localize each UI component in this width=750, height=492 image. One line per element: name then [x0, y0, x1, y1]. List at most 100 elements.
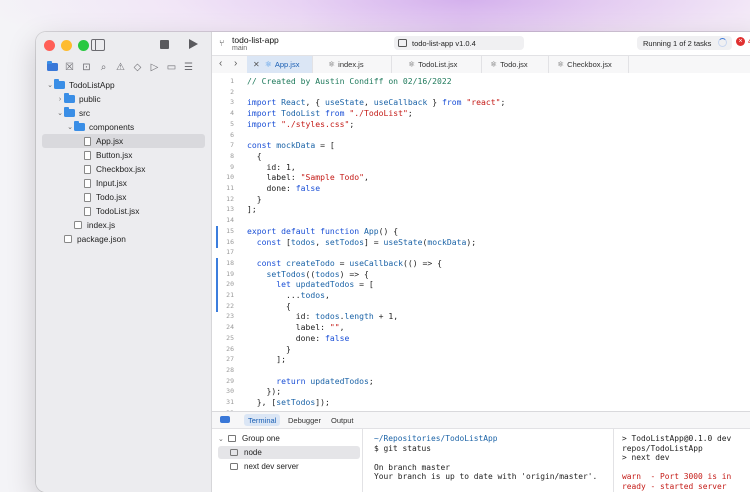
code-text: ...todos,	[247, 290, 330, 300]
terminal-icon	[220, 416, 230, 423]
line-number: 14	[226, 216, 234, 225]
chevron-down-icon: ⌄	[218, 435, 224, 443]
warning-icon[interactable]: ⚠	[112, 60, 129, 74]
process-item[interactable]: next dev server	[218, 460, 360, 473]
tab-index-js[interactable]: ⚛ index.js	[322, 56, 392, 73]
tree-item-label: TodoList.jsx	[96, 206, 140, 216]
scheme-selector[interactable]: todo-list-app v1.0.4	[394, 36, 524, 50]
tree-item[interactable]: Input.jsx	[42, 176, 205, 190]
tab-label: TodoList.jsx	[418, 60, 458, 69]
code-line: 27 ];	[212, 354, 750, 365]
stop-icon[interactable]	[160, 40, 169, 49]
tab-todo-jsx[interactable]: ⚛ Todo.jsx	[484, 56, 549, 73]
tree-item[interactable]: App.jsx	[42, 134, 205, 148]
breakpoint-icon[interactable]: ▭	[163, 60, 180, 74]
code-text: });	[247, 386, 282, 397]
process-item[interactable]: node	[218, 446, 360, 459]
tab-terminal[interactable]: Terminal	[244, 414, 281, 426]
debug-icon[interactable]: ▷	[146, 60, 163, 74]
file-tree: ⌄ TodoListApp › public ⌄ src ⌄ components App.js…	[36, 78, 211, 246]
tests-icon[interactable]: ◇	[129, 60, 146, 74]
x-square-icon[interactable]: ☒	[61, 60, 78, 74]
change-marker	[216, 225, 218, 237]
main-area: ⑂ todo-list-app main todo-list-app v1.0.…	[212, 32, 750, 492]
tab-checkbox-jsx[interactable]: ⚛ Checkbox.jsx	[551, 56, 629, 73]
code-line: 21 ...todos,	[212, 290, 750, 301]
source-control-icon[interactable]: ⊡	[78, 60, 95, 74]
tree-item-label: index.js	[87, 220, 116, 230]
branch-name[interactable]: main	[232, 45, 247, 52]
terminal-line: ~/Repositories/TodoListApp	[374, 434, 498, 443]
status-label: Running 1 of 2 tasks	[643, 38, 712, 48]
code-line: 25 done: false	[212, 333, 750, 344]
line-number: 10	[226, 173, 234, 182]
line-number: 2	[230, 87, 234, 96]
line-number: 28	[226, 365, 234, 374]
sidebar-toggle-icon[interactable]	[91, 39, 105, 51]
tab-app-jsx[interactable]: ✕ ⚛ App.jsx	[247, 56, 313, 73]
chevron-down-icon[interactable]: ⌄	[46, 81, 54, 89]
tree-item[interactable]: Button.jsx	[42, 148, 205, 162]
search-icon[interactable]: ⌕	[95, 60, 112, 74]
tree-item[interactable]: ⌄ components	[42, 120, 205, 134]
code-line: 20 let updatedTodos = [	[212, 279, 750, 290]
process-label: next dev server	[244, 462, 299, 471]
tab-todolist-jsx[interactable]: ⚛ TodoList.jsx	[402, 56, 482, 73]
tree-item[interactable]: index.js	[42, 218, 205, 232]
report-icon[interactable]: ☰	[180, 60, 197, 74]
code-text: return updatedTodos;	[276, 375, 374, 386]
navigator-tabs: ☒ ⊡ ⌕ ⚠ ◇ ▷ ▭ ☰	[36, 58, 211, 76]
terminal-output-2[interactable]: > TodoListApp@0.1.0 dev repos/TodoListApp…	[613, 428, 750, 492]
tab-output[interactable]: Output	[327, 414, 358, 426]
zoom-window-button[interactable]	[78, 40, 89, 51]
code-line: 12 }	[212, 194, 750, 205]
code-line: 11 done: false	[212, 183, 750, 194]
back-arrow-icon[interactable]: ‹	[219, 58, 222, 69]
tab-debugger[interactable]: Debugger	[284, 414, 325, 426]
process-list: ⌄ Group one node next dev server	[212, 428, 363, 492]
chevron-right-icon[interactable]: ›	[56, 96, 64, 103]
close-tab-icon[interactable]: ✕	[253, 60, 260, 69]
code-text: label: "",	[247, 322, 345, 333]
forward-arrow-icon[interactable]: ›	[234, 58, 237, 69]
tree-item[interactable]: Todo.jsx	[42, 190, 205, 204]
code-text: }	[247, 343, 291, 354]
navigator-sidebar: ☒ ⊡ ⌕ ⚠ ◇ ▷ ▭ ☰ ⌄ TodoListApp › public ⌄ src ⌄…	[36, 32, 212, 492]
tree-item-label: App.jsx	[96, 136, 124, 146]
tree-item[interactable]: ⌄ src	[42, 106, 205, 120]
run-icon[interactable]	[189, 39, 198, 49]
tab-label: index.js	[338, 60, 364, 69]
code-editor[interactable]: 1 // Created by Austin Condiff on 02/16/2…	[212, 73, 750, 411]
close-window-button[interactable]	[44, 40, 55, 51]
process-group[interactable]: ⌄ Group one	[218, 432, 360, 445]
terminal-line: repos/TodoListApp	[622, 443, 703, 453]
tree-item[interactable]: TodoList.jsx	[42, 204, 205, 218]
file-icon	[84, 192, 91, 202]
code-text: let updatedTodos = [	[276, 279, 374, 290]
chevron-down-icon[interactable]: ⌄	[56, 109, 64, 117]
file-icon	[84, 164, 91, 174]
code-line: 5 import "./styles.css";	[212, 119, 750, 130]
minimize-window-button[interactable]	[61, 40, 72, 51]
activity-status[interactable]: Running 1 of 2 tasks	[637, 36, 732, 50]
line-number: 5	[230, 119, 234, 128]
code-line: 3 import React, { useState, useCallback }…	[212, 97, 750, 108]
terminal-line: $ git status	[374, 443, 432, 453]
change-marker	[216, 257, 218, 270]
error-indicator[interactable]: × 4	[736, 37, 750, 46]
tree-item[interactable]: Checkbox.jsx	[42, 162, 205, 176]
folder-icon[interactable]	[44, 60, 61, 74]
react-icon: ⚛	[264, 60, 272, 69]
tree-item[interactable]: ⌄ TodoListApp	[42, 78, 205, 92]
chevron-down-icon[interactable]: ⌄	[66, 123, 74, 131]
code-line: 22 {	[212, 301, 750, 312]
code-text: done: false	[247, 332, 350, 343]
line-number: 29	[226, 376, 234, 385]
code-line: 2	[212, 87, 750, 98]
tab-label: App.jsx	[274, 60, 300, 69]
tree-item[interactable]: package.json	[42, 232, 205, 246]
terminal-output[interactable]: ~/Repositories/TodoListApp $ git status O…	[365, 428, 613, 492]
tree-item[interactable]: › public	[42, 92, 205, 106]
